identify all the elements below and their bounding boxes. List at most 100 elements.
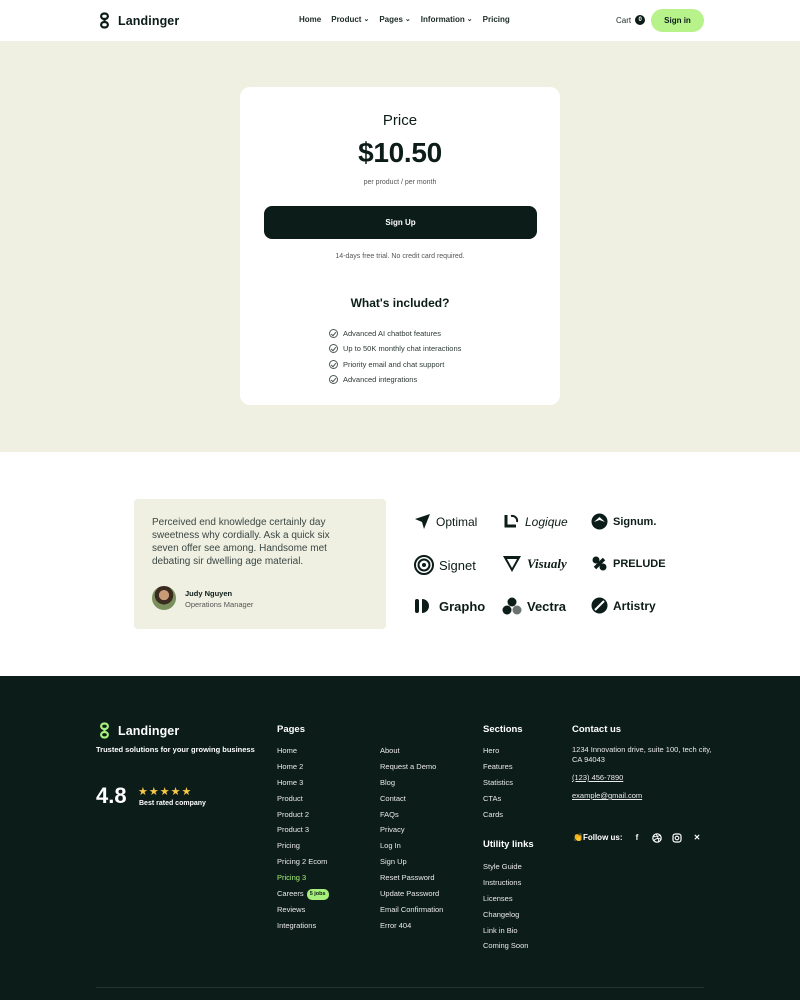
logo-visualy: Visualy (502, 555, 567, 573)
brand-name: Landinger (118, 723, 180, 738)
footer-link[interactable]: Log In (380, 841, 443, 857)
feature-item: Up to 50K monthly chat interactions (329, 341, 461, 356)
feature-item: Priority email and chat support (329, 357, 461, 372)
footer-link[interactable]: Error 404 (380, 921, 443, 937)
follow-us: 👏Follow us: f ✕ (573, 832, 703, 843)
footer-link[interactable]: Coming Soon (483, 941, 528, 957)
nav-links: Home Product ⌄ Pages ⌄ Information ⌄ Pricin… (299, 15, 510, 24)
footer-link[interactable]: Product 2 (277, 810, 329, 826)
footer-link[interactable]: Instructions (483, 878, 528, 894)
logo-label: Signet (439, 557, 476, 573)
footer-link[interactable]: Features (483, 762, 513, 778)
logo-optimal: Optimal (414, 513, 477, 530)
logo-label: PRELUDE (613, 557, 666, 570)
footer-link[interactable]: Product 3 (277, 825, 329, 841)
facebook-icon[interactable]: f (632, 832, 643, 843)
footer-brand-logo[interactable]: Landinger (96, 722, 179, 739)
grapho-mark-icon (414, 597, 434, 615)
footer-link[interactable]: CTAs (483, 794, 513, 810)
pages-list-1: Home Home 2 Home 3 Product Product 2 Pro… (277, 746, 329, 937)
rating-value: 4.8 (96, 783, 127, 808)
x-icon[interactable]: ✕ (692, 832, 703, 843)
footer-divider (96, 987, 704, 988)
footer-link[interactable]: Home (277, 746, 329, 762)
paper-plane-icon (414, 513, 431, 530)
logo-artistry: Artistry (591, 597, 656, 614)
footer-link[interactable]: Style Guide (483, 862, 528, 878)
logo-label: Logique (525, 514, 568, 529)
avatar (152, 586, 176, 610)
footer-link[interactable]: Sign Up (380, 857, 443, 873)
footer-link[interactable]: FAQs (380, 810, 443, 826)
chevron-down-icon: ⌄ (404, 15, 411, 23)
check-circle-icon (329, 344, 338, 354)
check-circle-icon (329, 359, 338, 369)
footer-link[interactable]: Pricing 2 Ecom (277, 857, 329, 873)
footer-link[interactable]: About (380, 746, 443, 762)
footer-link[interactable]: Contact (380, 794, 443, 810)
utility-heading: Utility links (483, 839, 534, 850)
footer-link[interactable]: Home 2 (277, 762, 329, 778)
footer-link-active[interactable]: Pricing 3 (277, 873, 329, 889)
nav-product[interactable]: Product ⌄ (331, 15, 369, 24)
footer-link[interactable]: Pricing (277, 841, 329, 857)
footer-tagline: Trusted solutions for your growing busin… (96, 745, 255, 754)
logo-label: Artistry (613, 598, 656, 613)
footer-link[interactable]: Integrations (277, 921, 329, 937)
footer-link[interactable]: Hero (483, 746, 513, 762)
visualy-mark-icon (502, 555, 522, 573)
feature-list: Advanced AI chatbot features Up to 50K m… (329, 326, 461, 387)
feature-item: Advanced AI chatbot features (329, 326, 461, 341)
logo-label: Signum. (613, 515, 657, 528)
feature-text: Up to 50K monthly chat interactions (343, 344, 462, 354)
jobs-badge: 5 jobs (306, 889, 329, 901)
dribbble-icon[interactable] (652, 832, 663, 843)
nav-information[interactable]: Information ⌄ (421, 15, 473, 24)
testimonial-quote: Perceived end knowledge certainly day sw… (152, 517, 330, 567)
footer-link[interactable]: Reviews (277, 905, 329, 921)
footer-link[interactable]: Email Confirmation (380, 905, 443, 921)
footer-link-careers[interactable]: Careers 5 jobs (277, 889, 329, 905)
check-circle-icon (329, 375, 338, 385)
footer-link[interactable]: Reset Password (380, 873, 443, 889)
nav-product-label: Product (331, 15, 362, 24)
signet-mark-icon (414, 555, 434, 575)
vectra-mark-icon (502, 597, 522, 615)
footer-link[interactable]: Licenses (483, 894, 528, 910)
footer-link[interactable]: Cards (483, 810, 513, 826)
signin-button[interactable]: Sign in (651, 9, 704, 32)
pricing-card: Price $10.50 per product / per month Sig… (240, 87, 560, 405)
contact-phone[interactable]: (123) 456-7890 (572, 773, 623, 782)
contact-heading: Contact us (572, 724, 622, 735)
instagram-icon[interactable] (672, 832, 683, 843)
signup-button[interactable]: Sign Up (264, 206, 537, 239)
footer-link[interactable]: Changelog (483, 910, 528, 926)
footer-link[interactable]: Product (277, 794, 329, 810)
star-rating-icon: ★★★★★ (138, 786, 193, 798)
footer-link[interactable]: Statistics (483, 778, 513, 794)
feature-text: Advanced integrations (343, 375, 418, 385)
nav-pages[interactable]: Pages ⌄ (379, 15, 410, 24)
logo-vectra: Vectra (502, 597, 566, 615)
nav-home[interactable]: Home (299, 15, 321, 24)
top-navbar: Landinger Home Product ⌄ Pages ⌄ Informati… (0, 0, 800, 41)
trial-note: 14-days free trial. No credit card requi… (335, 253, 465, 260)
contact-email[interactable]: example@gmail.com (572, 791, 642, 800)
feature-item: Advanced integrations (329, 372, 461, 387)
signum-mark-icon (591, 513, 608, 530)
footer-link[interactable]: Request a Demo (380, 762, 443, 778)
footer-link[interactable]: Home 3 (277, 778, 329, 794)
footer-link[interactable]: Link in Bio (483, 926, 528, 942)
testimonial-card: Perceived end knowledge certainly day sw… (134, 499, 386, 629)
nav-pricing[interactable]: Pricing (483, 15, 510, 24)
logo-logique: Logique (503, 513, 568, 530)
feature-text: Priority email and chat support (343, 359, 445, 369)
cart-link[interactable]: Cart 0 (616, 15, 646, 25)
price-value: $10.50 (358, 137, 442, 168)
footer-link[interactable]: Update Password (380, 889, 443, 905)
nav-pricing-label: Pricing (482, 15, 510, 24)
footer-link[interactable]: Privacy (380, 825, 443, 841)
brand-logo[interactable]: Landinger (96, 12, 179, 29)
footer-link[interactable]: Blog (380, 778, 443, 794)
testimonial-name: Judy Nguyen (185, 589, 233, 598)
